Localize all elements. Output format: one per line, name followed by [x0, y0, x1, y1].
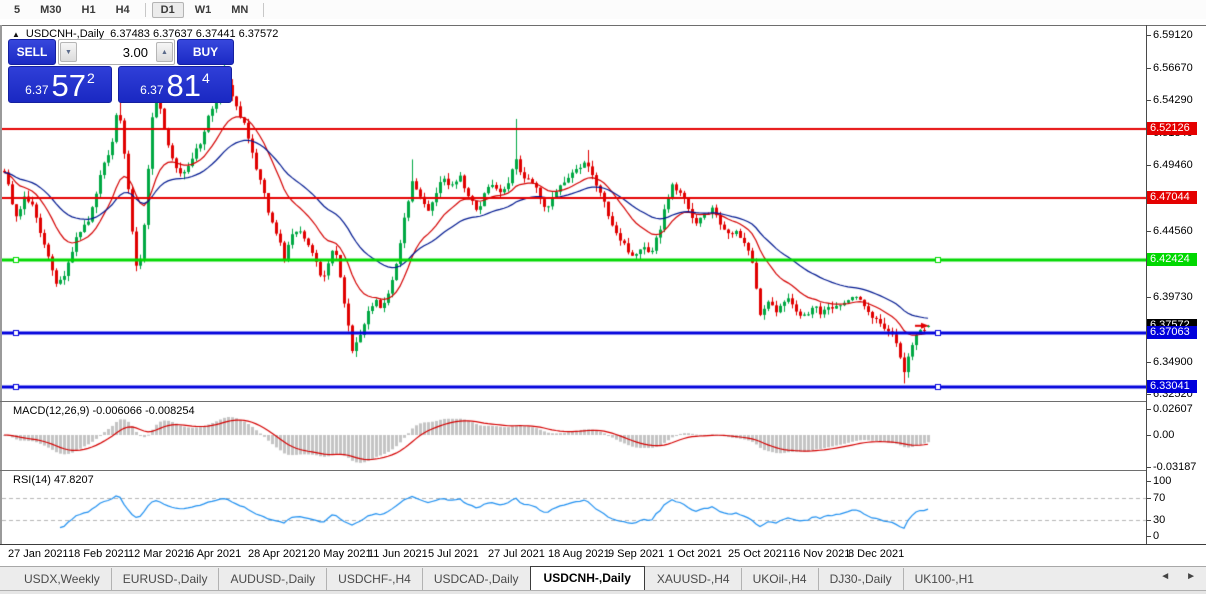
- macd-label: MACD(12,26,9) -0.006066 -0.008254: [13, 405, 195, 417]
- price-tick: 6.39730: [1147, 291, 1193, 303]
- macd-rsi-separator[interactable]: [0, 470, 1147, 471]
- sell-price-pip-digit: 2: [87, 70, 95, 86]
- buy-price-display[interactable]: 6.37 81 4: [118, 66, 232, 103]
- date-label: 16 Nov 2021: [788, 548, 851, 560]
- timeframe-button-h4[interactable]: H4: [107, 2, 139, 18]
- price-level-label: 6.37063: [1147, 326, 1197, 339]
- price-level-label: 6.42424: [1147, 253, 1197, 266]
- sell-price-prefix: 6.37: [25, 83, 49, 97]
- date-label: 12 Mar 2021: [128, 548, 190, 560]
- rsi-scale-tick: 0: [1146, 530, 1160, 542]
- rsi-scale-tick: 30: [1146, 514, 1166, 526]
- macd-scale-tick: 0.00: [1146, 429, 1175, 441]
- timeframe-button-d1[interactable]: D1: [151, 1, 184, 18]
- chart-tab-xauusd-h4[interactable]: XAUUSD-,H4: [645, 568, 741, 590]
- price-tick: 6.34900: [1147, 356, 1193, 368]
- chart-tab-usdcnh-daily[interactable]: USDCNH-,Daily: [529, 566, 645, 590]
- sell-price-display[interactable]: 6.37 57 2: [8, 66, 112, 103]
- price-level-label: 6.33041: [1147, 380, 1197, 393]
- toolbar-separator: [144, 2, 146, 17]
- chart-tab-eurusd-daily[interactable]: EURUSD-,Daily: [110, 568, 219, 590]
- date-axis[interactable]: 27 Jan 2021 18 Feb 2021 12 Mar 2021 6 Apr 2…: [0, 545, 1146, 566]
- chart-tab-usdchf-h4[interactable]: USDCHF-,H4: [326, 568, 422, 590]
- trade-widget-price-row: 6.37 57 2 6.37 81 4: [8, 66, 234, 103]
- buy-price-big-digits: 81: [166, 68, 202, 103]
- sell-price-big-digits: 57: [51, 68, 87, 103]
- timeframe-button-h1[interactable]: H1: [73, 2, 105, 18]
- price-tick: 6.59120: [1147, 29, 1193, 41]
- chart-tab-ukoil-h4[interactable]: UKOil-,H4: [740, 568, 818, 590]
- rsi-indicator-canvas[interactable]: [2, 471, 1146, 544]
- chart-tab-uk100-h1[interactable]: UK100-,H1: [902, 568, 985, 590]
- collapse-icon[interactable]: ▲: [12, 30, 20, 39]
- chart-tab-bar: USDX,Weekly EURUSD-,Daily AUDUSD-,Daily USD…: [0, 566, 1206, 590]
- volume-input[interactable]: 3.00: [77, 45, 156, 60]
- price-level-label: 6.52126: [1147, 122, 1197, 135]
- price-tick: 6.49460: [1147, 159, 1193, 171]
- date-label: 18 Feb 2021: [68, 548, 130, 560]
- buy-price-prefix: 6.37: [140, 83, 164, 97]
- date-label: 27 Jul 2021: [488, 548, 545, 560]
- date-label: 1 Oct 2021: [668, 548, 722, 560]
- tab-scroll-left-icon[interactable]: ◄: [1160, 571, 1170, 582]
- date-label: 25 Oct 2021: [728, 548, 788, 560]
- price-level-label: 6.47044: [1147, 191, 1197, 204]
- trading-platform-window: 5 M30 H1 H4 D1 W1 MN ▲ USDCNH-,Daily 6.37483 6…: [0, 0, 1206, 594]
- tab-scroll-right-icon[interactable]: ►: [1186, 571, 1196, 582]
- date-label: 5 Jul 2021: [428, 548, 479, 560]
- tab-scroll-nav: ◄ ►: [1160, 571, 1196, 582]
- volume-increase-button[interactable]: ▲: [156, 42, 173, 62]
- rsi-scale-tick: 100: [1146, 475, 1172, 487]
- volume-decrease-button[interactable]: ▼: [60, 42, 77, 62]
- rsi-label: RSI(14) 47.8207: [13, 474, 94, 486]
- rsi-scale-tick: 70: [1146, 492, 1166, 504]
- chart-tab-usdcad-daily[interactable]: USDCAD-,Daily: [421, 568, 530, 590]
- macd-scale-tick: -0.03187: [1146, 461, 1197, 473]
- chart-tab-dj30-daily[interactable]: DJ30-,Daily: [817, 568, 903, 590]
- buy-price-pip-digit: 4: [202, 70, 210, 86]
- chart-tab-audusd-daily[interactable]: AUDUSD-,Daily: [218, 568, 326, 590]
- timeframe-toolbar: 5 M30 H1 H4 D1 W1 MN: [0, 0, 1206, 19]
- trade-widget-top-row: SELL ▼ 3.00 ▲ BUY: [8, 39, 234, 65]
- date-label: 27 Jan 2021: [8, 548, 69, 560]
- price-tick: 6.56670: [1147, 62, 1193, 74]
- timeframe-button-5[interactable]: 5: [5, 2, 29, 18]
- buy-button[interactable]: BUY: [177, 39, 234, 65]
- date-label: 11 Jun 2021: [368, 548, 428, 560]
- price-tick: 6.54290: [1147, 94, 1193, 106]
- status-strip: [0, 590, 1206, 594]
- chart-tab-usdx-weekly[interactable]: USDX,Weekly: [12, 568, 111, 590]
- main-macd-separator[interactable]: [0, 401, 1147, 402]
- timeframe-button-w1[interactable]: W1: [186, 2, 221, 18]
- chevron-down-icon: ▼: [65, 48, 72, 56]
- chevron-up-icon: ▲: [161, 48, 168, 56]
- price-axis[interactable]: 6.591206.566706.542906.518406.494606.445…: [1146, 0, 1206, 566]
- date-label: 8 Dec 2021: [848, 548, 905, 560]
- date-label: 18 Aug 2021: [548, 548, 610, 560]
- sell-button[interactable]: SELL: [8, 39, 56, 65]
- price-tick: 6.44560: [1147, 225, 1193, 237]
- one-click-trade-widget: SELL ▼ 3.00 ▲ BUY 6.37 57 2 6.37 81 4: [8, 39, 234, 103]
- date-label: 28 Apr 2021: [248, 548, 308, 560]
- date-label: 9 Sep 2021: [608, 548, 665, 560]
- timeframe-button-mn[interactable]: MN: [222, 2, 257, 18]
- date-label: 20 May 2021: [308, 548, 372, 560]
- timeframe-button-m30[interactable]: M30: [31, 2, 70, 18]
- macd-scale-tick: 0.02607: [1147, 403, 1193, 415]
- date-label: 6 Apr 2021: [188, 548, 242, 560]
- volume-stepper: ▼ 3.00 ▲: [58, 39, 175, 65]
- toolbar-separator: [263, 2, 265, 17]
